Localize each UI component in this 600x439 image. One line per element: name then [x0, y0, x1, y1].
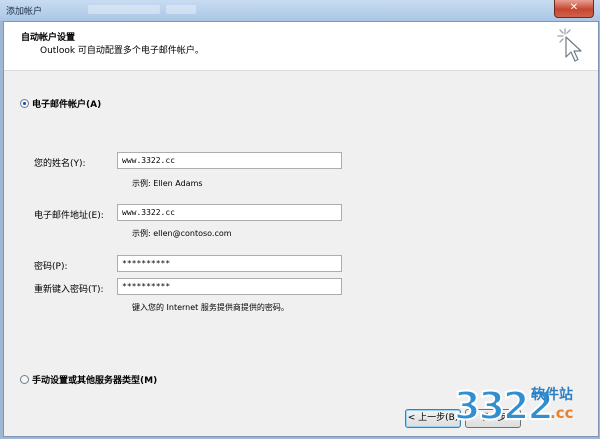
- page-subtitle: Outlook 可自动配置多个电子邮件帐户。: [40, 46, 204, 56]
- name-field[interactable]: www.3322.cc: [117, 152, 342, 169]
- password-field[interactable]: **********: [117, 255, 342, 272]
- name-hint: 示例: Ellen Adams: [132, 179, 203, 188]
- blurred-title-fragment: [166, 5, 196, 14]
- add-account-dialog: 添加帐户 ✕ 自动帐户设置 Outlook 可自动配置多个电子邮件帐户。 电子邮…: [0, 0, 600, 439]
- password-label: 密码(P):: [34, 262, 68, 272]
- email-field[interactable]: www.3322.cc: [117, 204, 342, 221]
- watermark-domain: .cc: [550, 404, 574, 422]
- site-watermark: 3322 软件站 .cc: [446, 382, 596, 437]
- password-hint: 键入您的 Internet 服务提供商提供的密码。: [132, 303, 289, 312]
- manual-setup-radio[interactable]: [20, 375, 29, 384]
- email-hint: 示例: ellen@contoso.com: [132, 229, 232, 238]
- retype-password-label: 重新键入密码(T):: [34, 285, 104, 295]
- retype-password-field[interactable]: **********: [117, 278, 342, 295]
- email-label: 电子邮件地址(E):: [34, 211, 104, 221]
- auto-setup-cursor-icon: [557, 28, 582, 62]
- title-bar[interactable]: 添加帐户 ✕: [0, 0, 600, 21]
- watermark-site-label: 软件站: [531, 387, 573, 403]
- wizard-header: 自动帐户设置 Outlook 可自动配置多个电子邮件帐户。: [4, 22, 598, 71]
- close-icon: ✕: [569, 2, 579, 13]
- email-account-radio[interactable]: [20, 99, 29, 108]
- window-title: 添加帐户: [6, 7, 43, 17]
- email-account-option[interactable]: 电子邮件帐户(A): [20, 97, 101, 110]
- blurred-title-fragment: [88, 5, 160, 14]
- name-label: 您的姓名(Y):: [34, 159, 86, 169]
- page-title: 自动帐户设置: [21, 33, 76, 43]
- close-button[interactable]: ✕: [554, 0, 594, 18]
- manual-setup-label: 手动设置或其他服务器类型(M): [32, 376, 158, 386]
- dialog-body: 自动帐户设置 Outlook 可自动配置多个电子邮件帐户。 电子邮件帐户(A) …: [3, 21, 599, 437]
- manual-setup-option[interactable]: 手动设置或其他服务器类型(M): [20, 373, 157, 386]
- email-account-label: 电子邮件帐户(A): [32, 100, 102, 110]
